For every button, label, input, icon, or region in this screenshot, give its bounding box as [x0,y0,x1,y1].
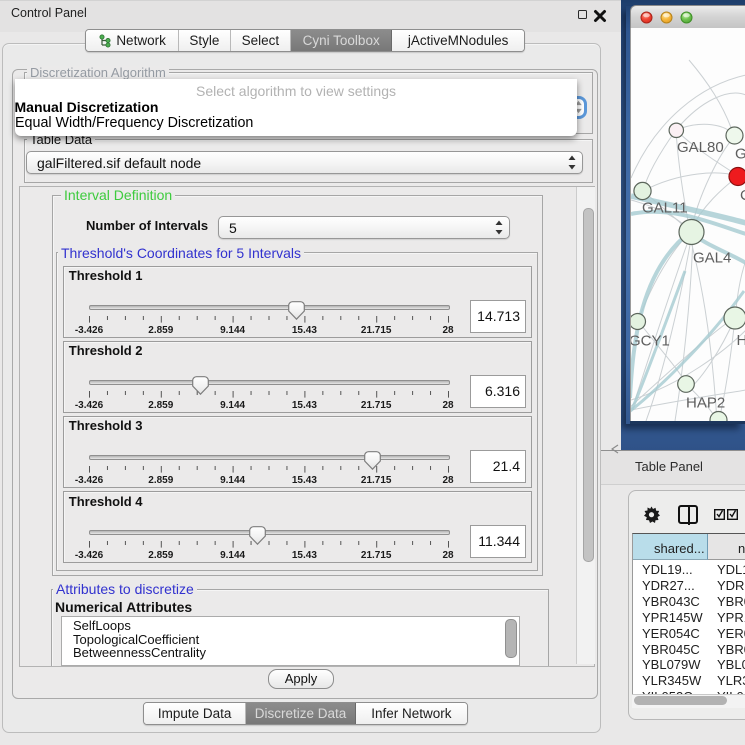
svg-text:GAL11: GAL11 [642,200,688,217]
svg-text:GAL4: GAL4 [693,250,731,267]
svg-text:C: C [740,187,745,204]
svg-text:GA: GA [735,146,745,163]
svg-text:HAP2: HAP2 [686,395,725,412]
svg-text:GCY1: GCY1 [631,333,670,350]
svg-text:GAL80: GAL80 [677,139,724,156]
svg-text:H: H [737,332,745,349]
